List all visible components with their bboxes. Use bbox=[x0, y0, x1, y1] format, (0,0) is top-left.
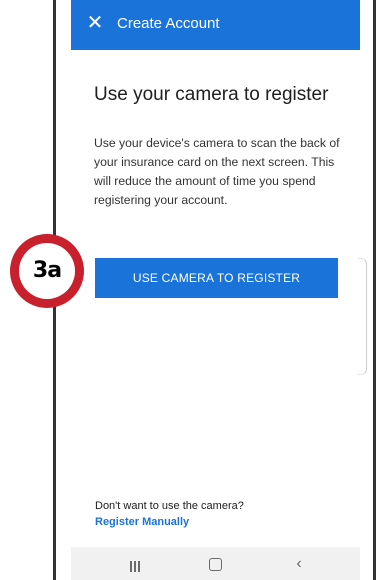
step-badge-label: 3a bbox=[19, 243, 75, 299]
main-content: Use your camera to register Use your dev… bbox=[94, 84, 350, 210]
camera-alternative-prompt: Don't want to use the camera? bbox=[95, 500, 244, 512]
back-icon[interactable]: ‹ bbox=[287, 555, 311, 573]
use-camera-button[interactable]: USE CAMERA TO REGISTER bbox=[95, 258, 338, 298]
close-icon[interactable]: ✕ bbox=[85, 13, 105, 33]
register-manually-link[interactable]: Register Manually bbox=[95, 516, 189, 528]
app-bar-title: Create Account bbox=[117, 15, 220, 32]
app-bar: ✕ Create Account bbox=[71, 0, 360, 50]
screenshot-stage: ✕ Create Account Use your camera to regi… bbox=[0, 0, 381, 580]
description-text: Use your device's camera to scan the bac… bbox=[94, 136, 340, 207]
side-panel-edge bbox=[358, 258, 367, 375]
page-title: Use your camera to register bbox=[94, 84, 329, 105]
phone-frame-right bbox=[373, 0, 376, 580]
recents-icon[interactable] bbox=[123, 555, 147, 573]
home-icon[interactable] bbox=[203, 555, 227, 573]
system-nav-bar: ‹ bbox=[71, 547, 360, 580]
step-badge: 3a bbox=[10, 234, 84, 308]
